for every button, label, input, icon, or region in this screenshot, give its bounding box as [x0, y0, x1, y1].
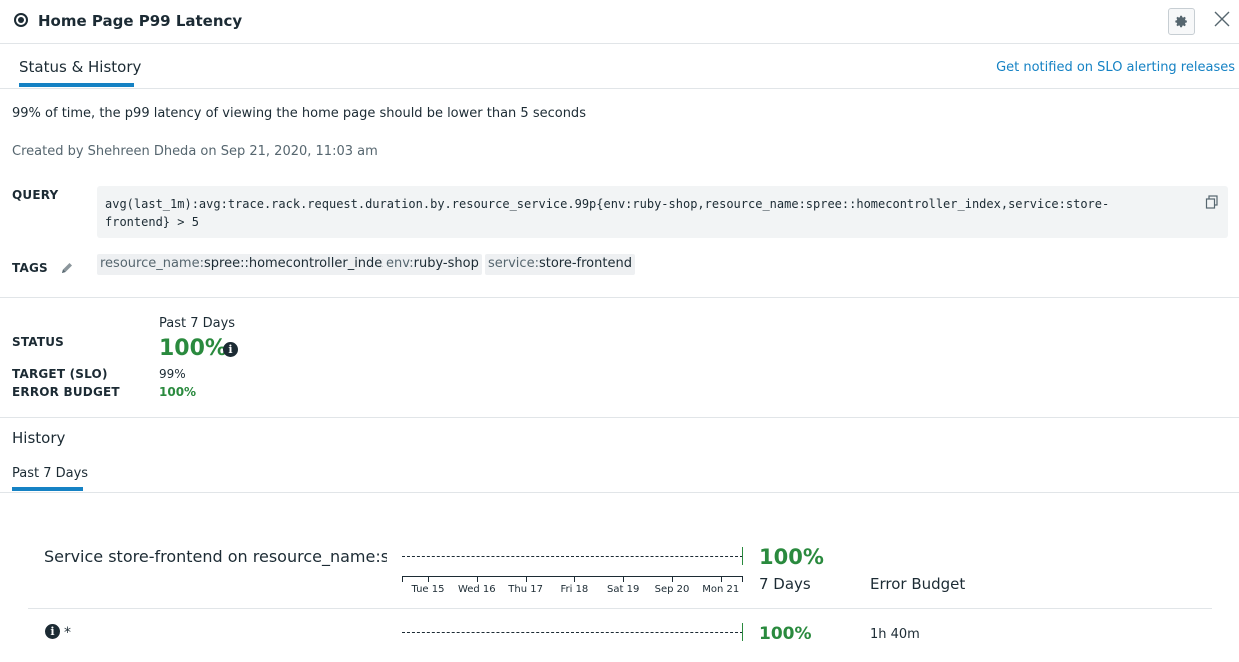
uptime-bar [402, 556, 743, 557]
slo-monitor-icon [14, 13, 28, 27]
close-button[interactable] [1211, 8, 1233, 30]
created-info: Created by Shehreen Dheda on Sep 21, 202… [12, 144, 378, 159]
tab-past-7-days[interactable]: Past 7 Days [12, 466, 88, 481]
query-box: avg(last_1m):avg:trace.rack.request.dura… [97, 186, 1228, 238]
pencil-icon[interactable] [60, 261, 74, 275]
notify-link[interactable]: Get notified on SLO alerting releases [996, 60, 1235, 75]
axis-tick-label: Tue 15 [411, 584, 445, 595]
error-budget-value: 100% [159, 385, 197, 399]
error-budget-label: ERROR BUDGET [12, 385, 120, 399]
axis-tick [720, 576, 722, 582]
time-axis [402, 576, 743, 577]
tag-service[interactable]: service:store-frontend [485, 254, 635, 275]
section-divider [0, 417, 1239, 418]
slo-description: 99% of time, the p99 latency of viewing … [12, 106, 586, 121]
modal-header: Home Page P99 Latency [0, 0, 1239, 44]
axis-tick [672, 576, 673, 582]
uptime-bar [402, 632, 743, 633]
status-label: STATUS [12, 335, 65, 349]
axis-tick [574, 576, 576, 582]
status-value: 100% [159, 336, 227, 361]
status-period: Past 7 Days [159, 316, 236, 331]
error-budget-column-header: Error Budget [870, 575, 966, 593]
tab-status-history[interactable]: Status & History [19, 58, 141, 76]
settings-button[interactable] [1168, 8, 1195, 35]
history-title: History [12, 429, 66, 447]
page-title: Home Page P99 Latency [38, 12, 243, 30]
close-icon [1214, 11, 1230, 27]
query-text-line-2: frontend} > 5 [105, 215, 199, 229]
tab-bar: Status & History Get notified on SLO ale… [0, 44, 1239, 89]
axis-tick [402, 576, 403, 582]
gear-icon [1175, 15, 1187, 28]
tab-active-indicator [12, 487, 83, 491]
axis-tick-label: Sat 19 [607, 584, 640, 595]
axis-tick [742, 576, 743, 582]
axis-tick-label: Mon 21 [702, 584, 740, 595]
axis-tick-label: Fri 18 [560, 584, 589, 595]
tag-resource-name[interactable]: resource_name:spree::homecontroller_inde… [97, 254, 393, 275]
axis-tick [623, 576, 625, 582]
days-column-header: 7 Days [759, 575, 811, 593]
uptime-marker [742, 623, 743, 641]
sub-row-error-budget: 1h 40m [870, 627, 920, 642]
axis-tick-label: Sep 20 [654, 584, 690, 595]
axis-tick-label: Thu 17 [508, 584, 543, 595]
tab-active-indicator [19, 83, 134, 87]
target-label: TARGET (SLO) [12, 367, 108, 381]
row-divider [28, 608, 1212, 609]
axis-tick [428, 576, 429, 582]
axis-tick-label: Wed 16 [457, 584, 496, 595]
target-value: 99% [159, 367, 186, 381]
section-divider [0, 297, 1239, 298]
tags-label: TAGS [12, 261, 48, 275]
axis-tick [525, 576, 527, 582]
sub-row-pct: 100% [759, 624, 812, 644]
history-summary-pct: 100% [759, 545, 824, 569]
query-label: QUERY [12, 188, 59, 202]
uptime-marker [742, 547, 743, 565]
section-divider [0, 492, 1239, 493]
query-text-line-1: avg(last_1m):avg:trace.rack.request.dura… [105, 197, 1110, 211]
tag-env[interactable]: env:ruby-shop [383, 254, 482, 275]
info-icon[interactable]: i [45, 624, 60, 639]
axis-tick [476, 576, 478, 582]
copy-icon[interactable] [1205, 195, 1219, 209]
info-icon[interactable]: i [223, 342, 238, 357]
history-row-label: Service store-frontend on resource_name:… [44, 547, 387, 566]
sub-row-marker: * [64, 625, 71, 641]
